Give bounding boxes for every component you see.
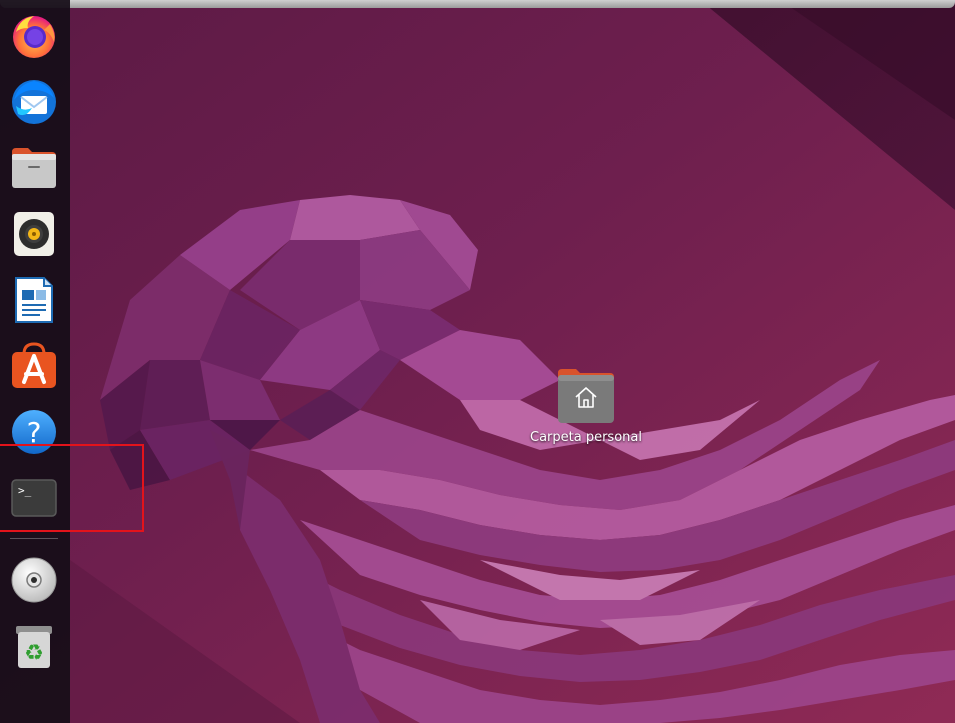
ubuntu-software-icon[interactable] — [10, 342, 58, 390]
dock: ? >_ ♻ — [0, 0, 70, 723]
home-folder-label: Carpeta personal — [530, 430, 642, 445]
dock-separator — [10, 538, 58, 539]
top-panel-edge — [0, 0, 955, 8]
libreoffice-writer-icon[interactable] — [10, 276, 58, 324]
terminal-highlight-box — [0, 444, 144, 532]
home-folder-icon — [558, 369, 614, 423]
trash-icon[interactable]: ♻ — [10, 622, 58, 670]
rhythmbox-icon[interactable] — [10, 210, 58, 258]
home-folder-shortcut[interactable]: Carpeta personal — [520, 365, 652, 455]
thunderbird-icon[interactable] — [10, 78, 58, 126]
files-icon[interactable] — [10, 144, 58, 192]
recycle-glyph: ♻ — [24, 641, 44, 666]
wallpaper — [0, 0, 955, 723]
desktop: ? >_ ♻ Carpeta personal — [0, 0, 955, 723]
firefox-icon[interactable] — [10, 12, 58, 60]
optical-disc-icon[interactable] — [10, 556, 58, 604]
